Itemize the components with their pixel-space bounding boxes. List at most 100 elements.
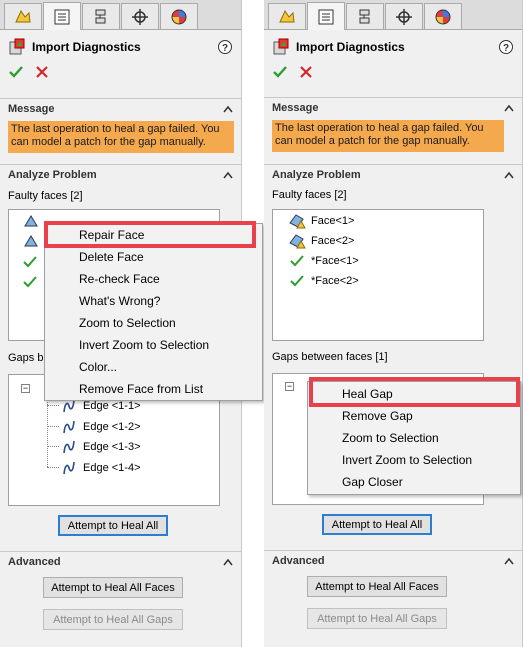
tree-item-edge[interactable]: Edge <1-3> (59, 437, 141, 457)
page-title: Import Diagnostics (296, 40, 405, 54)
tree-connector (47, 426, 59, 427)
gaps-between-faces-label: Gaps between faces [1] (272, 351, 388, 363)
message-text: The last operation to heal a gap failed.… (272, 120, 504, 152)
highlight-box (44, 221, 256, 248)
property-manager-title-row: Import Diagnostics ? (8, 38, 233, 58)
dimxpert-icon (132, 8, 148, 25)
message-section-header[interactable]: Message (0, 98, 241, 118)
configuration-manager-icon (359, 9, 370, 23)
collapse-toggle[interactable]: − (21, 384, 30, 393)
ok-check-icon[interactable] (272, 64, 288, 83)
check-icon (287, 252, 307, 270)
collapse-toggle[interactable]: − (285, 382, 294, 391)
manager-tab-bar (264, 0, 522, 30)
tab-property-manager[interactable] (43, 2, 81, 30)
highlight-box (309, 377, 520, 407)
feature-manager-icon (279, 9, 295, 22)
tab-dimxpert-manager[interactable] (385, 3, 423, 29)
menu-item-whats-wrong[interactable]: What's Wrong? (45, 290, 262, 312)
display-manager-icon (435, 9, 451, 24)
advanced-section-header[interactable]: Advanced (264, 550, 522, 570)
check-icon (287, 272, 307, 290)
cancel-x-icon[interactable] (298, 64, 314, 83)
face-warning-icon (287, 212, 307, 230)
property-manager-panel-right: Import Diagnostics ? Message The last op… (264, 0, 523, 647)
chevron-up-icon[interactable] (223, 170, 233, 182)
face-list-item[interactable]: *Face<1> (287, 251, 359, 271)
tree-connector (47, 405, 59, 406)
tab-display-manager[interactable] (160, 3, 198, 29)
face-warning-icon (287, 232, 307, 250)
chevron-up-icon[interactable] (504, 103, 514, 115)
chevron-up-icon[interactable] (504, 170, 514, 182)
check-icon (23, 276, 37, 291)
message-section-header[interactable]: Message (264, 97, 522, 117)
tree-connector (47, 467, 59, 468)
ok-cancel-group (8, 64, 68, 82)
menu-item-delete-face[interactable]: Delete Face (45, 246, 262, 268)
manager-tab-bar (0, 0, 241, 30)
face-list-item[interactable]: Face<2> (287, 231, 354, 251)
faulty-faces-label: Faulty faces [2] (8, 190, 83, 202)
face-list-item[interactable]: Face<1> (287, 211, 354, 231)
tab-property-manager[interactable] (307, 2, 345, 30)
dimxpert-icon (396, 8, 412, 25)
attempt-heal-all-faces-button[interactable]: Attempt to Heal All Faces (43, 577, 183, 598)
faulty-faces-label: Faulty faces [2] (272, 189, 347, 201)
analyze-problem-section-header[interactable]: Analyze Problem (264, 164, 522, 184)
tab-feature-manager[interactable] (268, 3, 306, 29)
tree-item-edge[interactable]: Edge <1-2> (59, 417, 141, 437)
face-context-menu: Repair Face Delete Face Re-check Face Wh… (44, 223, 263, 401)
menu-item-remove-face[interactable]: Remove Face from List (45, 378, 262, 400)
analyze-problem-section-header[interactable]: Analyze Problem (0, 164, 241, 184)
page-title: Import Diagnostics (32, 40, 141, 54)
attempt-heal-all-faces-button[interactable]: Attempt to Heal All Faces (307, 576, 447, 597)
tab-display-manager[interactable] (424, 3, 462, 29)
help-icon[interactable]: ? (498, 39, 514, 58)
tree-item-edge[interactable]: Edge <1-4> (59, 458, 141, 478)
menu-item-gap-closer[interactable]: Gap Closer (308, 471, 520, 493)
help-icon[interactable]: ? (217, 39, 233, 58)
menu-item-remove-gap[interactable]: Remove Gap (308, 405, 520, 427)
message-text: The last operation to heal a gap failed.… (8, 121, 234, 153)
menu-item-invert-zoom[interactable]: Invert Zoom to Selection (308, 449, 520, 471)
svg-text:?: ? (503, 43, 509, 54)
property-manager-title-row: Import Diagnostics ? (272, 38, 514, 58)
tab-configuration-manager[interactable] (346, 3, 384, 29)
face-list-item[interactable]: *Face<2> (287, 271, 359, 291)
face-warning-icon (23, 214, 39, 231)
menu-item-color[interactable]: Color... (45, 356, 262, 378)
property-manager-icon (318, 9, 334, 24)
check-icon (23, 256, 37, 271)
tree-connector (47, 446, 59, 447)
advanced-section-header[interactable]: Advanced (0, 551, 241, 571)
tab-configuration-manager[interactable] (82, 3, 120, 29)
attempt-heal-all-button[interactable]: Attempt to Heal All (322, 514, 432, 535)
menu-item-zoom-to-selection[interactable]: Zoom to Selection (308, 427, 520, 449)
cancel-x-icon[interactable] (34, 64, 50, 83)
chevron-up-icon[interactable] (223, 557, 233, 569)
face-warning-icon (23, 234, 39, 251)
import-diagnostics-icon (272, 38, 290, 59)
tab-feature-manager[interactable] (4, 3, 42, 29)
menu-item-recheck-face[interactable]: Re-check Face (45, 268, 262, 290)
svg-text:?: ? (222, 43, 228, 54)
edge-curve-icon (59, 438, 79, 456)
faulty-faces-list[interactable]: Face<1> Face<2> *Face<1> *Face<2> (272, 209, 484, 341)
menu-item-zoom-to-selection[interactable]: Zoom to Selection (45, 312, 262, 334)
gaps-between-faces-label: Gaps b (8, 352, 44, 364)
edge-curve-icon (59, 459, 79, 477)
menu-item-invert-zoom[interactable]: Invert Zoom to Selection (45, 334, 262, 356)
ok-cancel-group (272, 64, 332, 82)
tab-dimxpert-manager[interactable] (121, 3, 159, 29)
ok-check-icon[interactable] (8, 64, 24, 83)
attempt-heal-all-gaps-button: Attempt to Heal All Gaps (43, 609, 183, 630)
chevron-up-icon[interactable] (223, 104, 233, 116)
attempt-heal-all-gaps-button: Attempt to Heal All Gaps (307, 608, 447, 629)
import-diagnostics-icon (8, 38, 26, 59)
edge-curve-icon (59, 418, 79, 436)
attempt-heal-all-button[interactable]: Attempt to Heal All (58, 515, 168, 536)
configuration-manager-icon (95, 9, 106, 23)
chevron-up-icon[interactable] (504, 556, 514, 568)
feature-manager-icon (15, 9, 31, 22)
